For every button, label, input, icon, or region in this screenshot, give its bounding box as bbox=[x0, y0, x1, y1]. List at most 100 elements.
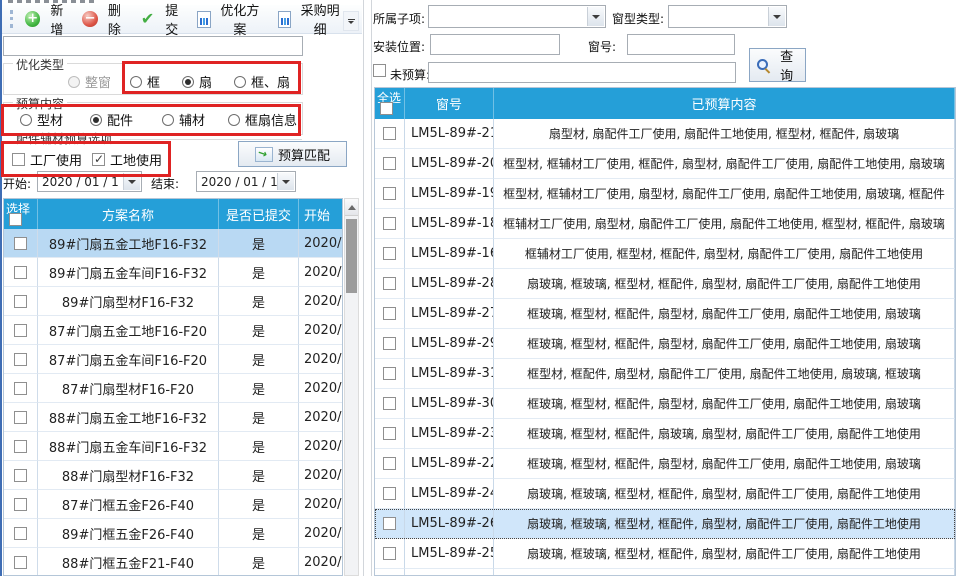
budget-row-checkbox[interactable] bbox=[383, 127, 396, 140]
plan-row[interactable]: 89#门扇型材F16-F32是2020/0 bbox=[4, 287, 342, 316]
budget-row[interactable]: LM5L-89#-21F19扇型材, 扇配件工厂使用, 扇配件工地使用, 框型材… bbox=[375, 119, 955, 149]
radio-option-profile[interactable]: 型材 bbox=[20, 110, 63, 129]
budgeted-content-column-header[interactable]: 已预算内容 bbox=[494, 88, 955, 119]
plan-name-column-header[interactable]: 方案名称 bbox=[38, 199, 219, 229]
plan-row-checkbox[interactable] bbox=[14, 440, 27, 453]
combo-dropdown-button[interactable] bbox=[587, 7, 604, 26]
plan-row[interactable]: 87#门扇型材F16-F20是2020/0 bbox=[4, 374, 342, 403]
budget-row[interactable]: LM5L-89#-18F16框辅材工厂使用, 扇型材, 扇配件工厂使用, 扇配件… bbox=[375, 209, 955, 239]
budget-row-checkbox[interactable] bbox=[383, 367, 396, 380]
plan-row[interactable]: 88#门扇五金车间F16-F32是2020/0 bbox=[4, 432, 342, 461]
plan-row[interactable]: 88#门框五金F21-F40是2020/0 bbox=[4, 548, 342, 576]
plan-row-checkbox[interactable] bbox=[14, 411, 27, 424]
plan-row[interactable]: 89#门框五金F26-F40是2020/0 bbox=[4, 519, 342, 548]
radio-option-auxiliary[interactable]: 辅材 bbox=[162, 110, 205, 129]
toolbar-grip[interactable] bbox=[10, 10, 13, 28]
budget-row[interactable]: LM5L-89#-30F28框玻璃, 框型材, 框配件, 扇型材, 扇配件工厂使… bbox=[375, 389, 955, 419]
budget-row-checkbox[interactable] bbox=[383, 457, 396, 470]
plan-row-checkbox[interactable] bbox=[14, 237, 27, 250]
radio-option-frame-sash-info[interactable]: 框扇信息 bbox=[228, 110, 297, 129]
budget-row[interactable]: LM5L-89#-28F26扇玻璃, 框玻璃, 框型材, 框配件, 扇型材, 扇… bbox=[375, 269, 955, 299]
plan-row[interactable]: 89#门扇五金工地F16-F32是2020/0 bbox=[4, 229, 342, 258]
budget-row[interactable]: LM5L-89#-19F17框型材, 框辅材工厂使用, 扇型材, 扇配件工厂使用… bbox=[375, 179, 955, 209]
select-all-checkbox[interactable] bbox=[380, 102, 393, 115]
delete-button[interactable]: 删除 bbox=[77, 0, 131, 40]
query-button[interactable]: 查询 bbox=[749, 48, 806, 82]
budget-row[interactable]: LM5L-89#-27F25框玻璃, 框型材, 框配件, 扇型材, 扇配件工厂使… bbox=[375, 299, 955, 329]
window-no-column-header[interactable]: 窗号 bbox=[405, 88, 494, 119]
combo-dropdown-button[interactable] bbox=[123, 173, 140, 190]
plan-row[interactable]: 87#门框五金F26-F40是2020/0 bbox=[4, 490, 342, 519]
select-all-checkbox[interactable] bbox=[9, 213, 22, 226]
plan-table-scrollbar[interactable] bbox=[344, 198, 359, 576]
plan-row-checkbox[interactable] bbox=[14, 498, 27, 511]
budget-match-button[interactable]: 预算匹配 bbox=[238, 141, 347, 167]
budget-row[interactable]: LM5L-89#-20F18框型材, 框辅材工厂使用, 框配件, 扇型材, 扇配… bbox=[375, 149, 955, 179]
plan-row[interactable]: 88#门扇型材F16-F32是2020/0 bbox=[4, 461, 342, 490]
combo-dropdown-button[interactable] bbox=[768, 7, 785, 26]
plan-row-checkbox[interactable] bbox=[14, 556, 27, 569]
start-column-header[interactable]: 开始 bbox=[299, 199, 343, 229]
end-date-combo[interactable]: 2020 / 01 / 13 bbox=[196, 171, 296, 192]
plan-row[interactable]: 87#门扇五金车间F16-F20是2020/0 bbox=[4, 345, 342, 374]
budget-row[interactable]: LM5L-89#-31F29框型材, 框配件, 扇型材, 扇配件工厂使用, 扇配… bbox=[375, 359, 955, 389]
plan-row-checkbox[interactable] bbox=[14, 324, 27, 337]
budget-row-checkbox[interactable] bbox=[383, 277, 396, 290]
optimize-plan-button[interactable]: 优化方案 bbox=[192, 0, 270, 40]
budget-row[interactable]: LM5L-89#-26F24扇玻璃, 框玻璃, 框型材, 框配件, 扇型材, 扇… bbox=[375, 509, 955, 539]
radio-option-whole-window[interactable]: 整窗 bbox=[68, 72, 111, 91]
budget-row-checkbox[interactable] bbox=[383, 487, 396, 500]
budget-row-checkbox[interactable] bbox=[383, 517, 396, 530]
delete-button-label: 删除 bbox=[102, 0, 127, 38]
radio-option-accessory[interactable]: 配件 bbox=[90, 110, 133, 129]
plan-filter-input[interactable] bbox=[3, 36, 303, 56]
budget-row[interactable]: LM5L-89#-22F20框玻璃, 框型材, 框配件, 扇型材, 扇配件工厂使… bbox=[375, 449, 955, 479]
scrollbar-thumb[interactable] bbox=[346, 219, 357, 293]
plan-row[interactable]: 88#门扇五金工地F16-F32是2020/0 bbox=[4, 403, 342, 432]
add-button[interactable]: 新增 bbox=[20, 0, 74, 40]
budget-row[interactable]: LM5L-89#-24F22扇玻璃, 框玻璃, 框型材, 框配件, 扇型材, 扇… bbox=[375, 479, 955, 509]
plan-row-checkbox[interactable] bbox=[14, 382, 27, 395]
submit-button[interactable]: 提交 bbox=[135, 0, 189, 40]
plan-start-cell: 2020/0 bbox=[299, 519, 343, 548]
combo-dropdown-button[interactable] bbox=[277, 173, 294, 190]
budget-row-checkbox[interactable] bbox=[383, 547, 396, 560]
no-budget-checkbox[interactable] bbox=[373, 64, 386, 77]
plan-row[interactable]: 89#门扇五金车间F16-F32是2020/0 bbox=[4, 258, 342, 287]
budget-row-checkbox[interactable] bbox=[383, 307, 396, 320]
budget-row-checkbox[interactable] bbox=[383, 337, 396, 350]
budget-row-checkbox[interactable] bbox=[383, 397, 396, 410]
budget-row[interactable]: LM5L-89#-23F21框玻璃, 框型材, 框配件, 扇玻璃, 扇型材, 扇… bbox=[375, 419, 955, 449]
plan-row-checkbox[interactable] bbox=[14, 469, 27, 482]
window-no-input[interactable] bbox=[627, 34, 735, 55]
budget-row-checkbox[interactable] bbox=[383, 187, 396, 200]
plan-submitted-cell: 是 bbox=[219, 258, 299, 287]
plan-row-checkbox[interactable] bbox=[14, 353, 27, 366]
budget-row-checkbox[interactable] bbox=[383, 247, 396, 260]
checkbox-site-use[interactable]: 工地使用 bbox=[92, 150, 162, 169]
plan-row-checkbox[interactable] bbox=[14, 295, 27, 308]
window-type-combo[interactable] bbox=[668, 5, 787, 28]
budget-row-checkbox[interactable] bbox=[383, 217, 396, 230]
toolbar-overflow-button[interactable] bbox=[343, 11, 359, 31]
budget-row[interactable]: LM5L-89#-16F15框辅材工厂使用, 框型材, 框配件, 扇型材, 扇配… bbox=[375, 239, 955, 269]
plan-row-select-cell bbox=[4, 258, 38, 287]
radio-option-sash[interactable]: 扇 bbox=[182, 72, 212, 91]
no-budget-input[interactable] bbox=[428, 62, 736, 83]
plan-row[interactable]: 87#门扇五金工地F16-F20是2020/0 bbox=[4, 316, 342, 345]
submitted-column-header[interactable]: 是否已提交 bbox=[219, 199, 299, 229]
plan-row-checkbox[interactable] bbox=[14, 527, 27, 540]
sub-item-combo[interactable] bbox=[428, 5, 606, 28]
plan-row-checkbox[interactable] bbox=[14, 266, 27, 279]
radio-option-frame-sash[interactable]: 框、扇 bbox=[234, 72, 290, 91]
budget-row[interactable]: LM5L-89#-29F27框玻璃, 框型材, 框配件, 扇型材, 扇配件工厂使… bbox=[375, 329, 955, 359]
start-date-combo[interactable]: 2020 / 01 / 1 bbox=[37, 171, 142, 192]
install-position-input[interactable] bbox=[430, 34, 560, 55]
checkbox-factory-use[interactable]: 工厂使用 bbox=[12, 150, 82, 169]
scroll-up-button[interactable] bbox=[345, 199, 358, 216]
budget-table-empty-tail bbox=[375, 569, 955, 576]
budget-row[interactable]: LM5L-89#-25F23扇玻璃, 框玻璃, 框型材, 框配件, 扇型材, 扇… bbox=[375, 539, 955, 569]
radio-option-frame[interactable]: 框 bbox=[130, 72, 160, 91]
budget-row-checkbox[interactable] bbox=[383, 427, 396, 440]
budget-row-checkbox[interactable] bbox=[383, 157, 396, 170]
